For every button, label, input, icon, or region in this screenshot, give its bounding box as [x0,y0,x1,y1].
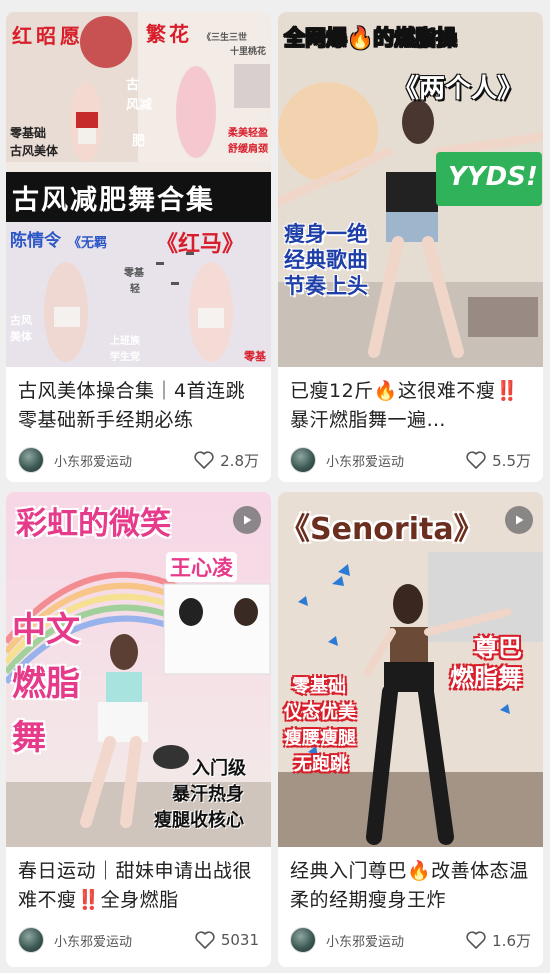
overlay-text: 红昭愿 [12,24,84,48]
overlay-text: 舞 [12,718,46,758]
thumbnail-banner: 古风减肥舞合集 [12,185,215,216]
thumbnail[interactable]: 红昭愿 繁花 《三生三世 十里桃花 零基础 古风美体 古 风减 肥 柔美轻盈 舒… [6,12,271,367]
overlay-text: 瘦腰瘦腿 [284,728,356,749]
like-count: 1.6万 [492,931,531,950]
overlay-text: 零基 [124,268,144,279]
overlay-text: 风减 [126,98,153,113]
overlay-text: 学生党 [110,352,140,363]
overlay-text: 王心凌 [166,552,237,582]
overlay-text: 陈情令 [10,231,61,251]
overlay-text: 零基础 [10,126,47,140]
heart-outline-icon [194,451,214,469]
overlay-text: 瘦腿收核心 [154,810,244,831]
avatar[interactable] [18,447,44,473]
author-name[interactable]: 小东邪爱运动 [326,931,466,950]
overlay-text: 古风美体 [10,144,59,158]
overlay-text: 入门级 [192,758,246,779]
play-icon [244,515,252,525]
thumbnail[interactable]: 彩虹的微笑 王心凌 中文 燃脂 舞 入门级 暴汗热身 瘦腿收核心 [6,492,271,847]
card-title[interactable]: 已瘦12斤🔥这很难不瘦‼️暴汗燃脂舞一遍… [290,377,533,435]
overlay-text: 节奏上头 [284,274,368,298]
author-name[interactable]: 小东邪爱运动 [54,931,195,950]
avatar[interactable] [290,447,316,473]
play-icon [516,515,524,525]
author-row: 小东邪爱运动 5031 [18,925,259,955]
overlay-text: YYDS! [448,162,538,192]
card-title[interactable]: 经典入门尊巴🔥改善体态温柔的经期瘦身王炸 [290,857,533,915]
overlay-text: 《无羁 [68,236,108,251]
avatar[interactable] [290,927,316,953]
heart-outline-icon [466,451,486,469]
thumbnail[interactable]: 《Senorita》 尊巴 燃脂舞 零基础 仪态优美 瘦腰瘦腿 无跑跳 [278,492,543,847]
like-button[interactable]: 5031 [195,931,259,949]
overlay-text: 燃脂 [12,664,80,704]
author-row: 小东邪爱运动 5.5万 [290,445,531,475]
overlay-text: 古 [126,78,140,93]
overlay-text: 《两个人》 [393,74,524,104]
like-count: 5.5万 [492,451,531,470]
overlay-text: 舒缓肩颈 [228,144,268,155]
overlay-text: 肥 [132,134,146,149]
overlay-text: 中文 [12,610,80,650]
author-row: 小东邪爱运动 1.6万 [290,925,531,955]
overlay-text: 古风 [10,314,32,327]
overlay-text: 零基 [244,350,266,363]
overlay-text: 无跑跳 [294,754,348,775]
overlay-text: 《三生三世 [202,33,248,43]
card-title[interactable]: 古风美体操合集｜4首连跳零基础新手经期必练 [18,377,261,435]
feed-card[interactable]: 彩虹的微笑 王心凌 中文 燃脂 舞 入门级 暴汗热身 瘦腿收核心 春日运动｜甜妹… [6,492,271,967]
like-count: 2.8万 [220,451,259,470]
avatar[interactable] [18,927,44,953]
feed-card[interactable]: 《Senorita》 尊巴 燃脂舞 零基础 仪态优美 瘦腰瘦腿 无跑跳 经典入门… [278,492,543,967]
feed-grid: 红昭愿 繁花 《三生三世 十里桃花 零基础 古风美体 古 风减 肥 柔美轻盈 舒… [0,0,550,973]
author-name[interactable]: 小东邪爱运动 [54,451,194,470]
overlay-text: 暴汗热身 [172,784,244,805]
feed-card[interactable]: 全网爆🔥的燃脂操 《两个人》 YYDS! 瘦身一绝 经典歌曲 节奏上头 已瘦12… [278,12,543,482]
like-button[interactable]: 1.6万 [466,930,531,951]
heart-outline-icon [466,931,486,949]
overlay-text: 上班族 [110,336,140,347]
like-button[interactable]: 2.8万 [194,450,259,471]
overlay-text: 燃脂舞 [450,664,522,692]
overlay-text: 仪态优美 [284,702,356,723]
card-title[interactable]: 春日运动｜甜妹申请出战很难不瘦‼️全身燃脂 [18,857,261,915]
heart-outline-icon [195,931,215,949]
overlay-text: 繁花 [146,22,192,46]
overlay-text: 《红马》 [156,232,245,257]
thumbnail-banner: 《Senorita》 [280,512,484,547]
overlay-text: 柔美轻盈 [228,128,268,139]
author-name[interactable]: 小东邪爱运动 [326,451,466,470]
author-row: 小东邪爱运动 2.8万 [18,445,259,475]
like-button[interactable]: 5.5万 [466,450,531,471]
overlay-text: 轻 [130,284,140,295]
feed-card[interactable]: 红昭愿 繁花 《三生三世 十里桃花 零基础 古风美体 古 风减 肥 柔美轻盈 舒… [6,12,271,482]
overlay-text: 零基础 [292,676,346,697]
thumbnail-banner: 彩虹的微笑 [16,506,171,542]
play-button[interactable] [505,506,533,534]
thumbnail-banner: 全网爆🔥的燃脂操 [283,26,458,51]
overlay-text: 美体 [10,330,32,343]
like-count: 5031 [220,931,259,949]
play-button[interactable] [233,506,261,534]
thumbnail[interactable]: 全网爆🔥的燃脂操 《两个人》 YYDS! 瘦身一绝 经典歌曲 节奏上头 [278,12,543,367]
overlay-text: 十里桃花 [230,47,267,57]
